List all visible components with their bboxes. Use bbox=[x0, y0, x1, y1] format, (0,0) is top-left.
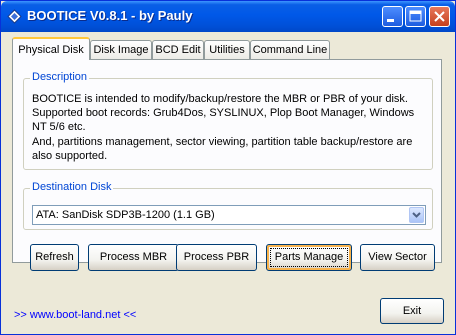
app-window: BOOTICE V0.8.1 - by Pauly Physical Disk … bbox=[0, 0, 456, 335]
description-title: Description bbox=[30, 71, 90, 83]
description-line: also supported. bbox=[32, 150, 108, 162]
dropdown-button[interactable] bbox=[409, 207, 424, 223]
app-icon bbox=[7, 9, 22, 24]
client-area: Physical Disk Disk Image BCD Edit Utilit… bbox=[4, 32, 452, 332]
window-title: BOOTICE V0.8.1 - by Pauly bbox=[27, 8, 193, 23]
minimize-button[interactable] bbox=[382, 6, 403, 27]
view-sector-button[interactable]: View Sector bbox=[360, 244, 435, 271]
destination-disk-title: Destination Disk bbox=[30, 181, 114, 193]
chevron-down-icon bbox=[412, 212, 421, 218]
destination-disk-select[interactable]: ATA: SanDisk SDP3B-1200 (1.1 GB) bbox=[32, 205, 426, 225]
description-line: NT 5/6 etc. bbox=[32, 121, 86, 133]
tab-bcd-edit[interactable]: BCD Edit bbox=[152, 40, 204, 59]
description-group: Description BOOTICE is intended to modif… bbox=[23, 71, 433, 170]
destination-disk-group: Destination Disk ATA: SanDisk SDP3B-1200… bbox=[23, 181, 433, 230]
description-line: BOOTICE is intended to modify/backup/res… bbox=[32, 93, 408, 105]
tab-physical-disk[interactable]: Physical Disk bbox=[12, 37, 90, 60]
title-bar[interactable]: BOOTICE V0.8.1 - by Pauly bbox=[1, 1, 455, 32]
destination-disk-value: ATA: SanDisk SDP3B-1200 (1.1 GB) bbox=[36, 209, 215, 221]
tab-utilities[interactable]: Utilities bbox=[204, 40, 250, 59]
maximize-button[interactable] bbox=[405, 6, 426, 27]
tab-disk-image[interactable]: Disk Image bbox=[90, 40, 152, 59]
boot-land-link[interactable]: >> www.boot-land.net << bbox=[14, 309, 136, 321]
description-line: And, partitions management, sector viewi… bbox=[32, 136, 413, 148]
process-mbr-button[interactable]: Process MBR bbox=[88, 244, 179, 271]
maximize-icon bbox=[409, 10, 422, 22]
tab-command-line[interactable]: Command Line bbox=[250, 40, 330, 59]
close-icon bbox=[434, 11, 445, 22]
parts-manage-button[interactable]: Parts Manage bbox=[266, 244, 352, 271]
refresh-button[interactable]: Refresh bbox=[30, 244, 79, 271]
description-line: Supported boot records: Grub4Dos, SYSLIN… bbox=[32, 107, 415, 119]
tab-panel-physical-disk: Description BOOTICE is intended to modif… bbox=[12, 59, 442, 271]
exit-button[interactable]: Exit bbox=[380, 298, 444, 324]
close-button[interactable] bbox=[429, 6, 450, 27]
process-pbr-button[interactable]: Process PBR bbox=[176, 244, 257, 271]
minimize-icon bbox=[387, 19, 394, 22]
